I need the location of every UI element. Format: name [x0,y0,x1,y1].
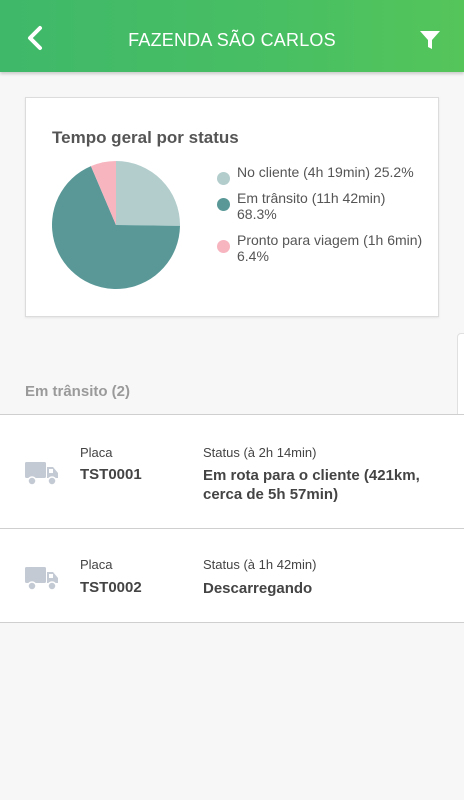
plate-label: Placa [80,557,113,572]
status-chart-card: Tempo geral por status No cliente (4h 19… [25,97,439,317]
status-label: Status (à 2h 14min) [203,445,317,460]
legend-swatch [217,240,230,253]
chart-title: Tempo geral por status [52,128,239,147]
vehicle-row[interactable]: Placa TST0002 Status (à 1h 42min) Descar… [0,528,464,623]
status-label: Status (à 1h 42min) [203,557,317,572]
pie-chart [52,161,180,289]
legend-label: Em trânsito (11h 42min) 68.3% [237,190,386,222]
legend-item-0: No cliente (4h 19min) 25.2% [217,164,427,185]
plate-label: Placa [80,445,113,460]
page-title: FAZENDA SÃO CARLOS [128,30,336,50]
plate-value: TST0001 [80,466,142,483]
legend-label: No cliente (4h 19min) 25.2% [237,164,414,180]
filter-icon [420,31,440,49]
pie-slice-0 [116,161,180,226]
chart-legend: No cliente (4h 19min) 25.2% Em trânsito (… [217,164,427,274]
legend-swatch [217,172,230,185]
legend-label: Pronto para viagem (1h 6min) 6.4% [237,232,423,264]
status-value: Em rota para o cliente (421km, cerca de … [203,467,420,503]
filter-button[interactable] [418,28,442,52]
truck-icon [25,567,58,591]
legend-swatch [217,198,230,211]
legend-item-2: Pronto para viagem (1h 6min) 6.4% [217,232,427,264]
section-label: Em trânsito (2) [25,383,131,400]
app-header: FAZENDA SÃO CARLOS [0,0,464,72]
truck-icon [25,462,58,486]
status-value: Descarregando [203,580,313,597]
legend-item-1: Em trânsito (11h 42min) 68.3% [217,190,427,222]
plate-value: TST0002 [80,579,142,596]
vehicle-row[interactable]: Placa TST0001 Status (à 2h 14min) Em rot… [0,414,464,528]
